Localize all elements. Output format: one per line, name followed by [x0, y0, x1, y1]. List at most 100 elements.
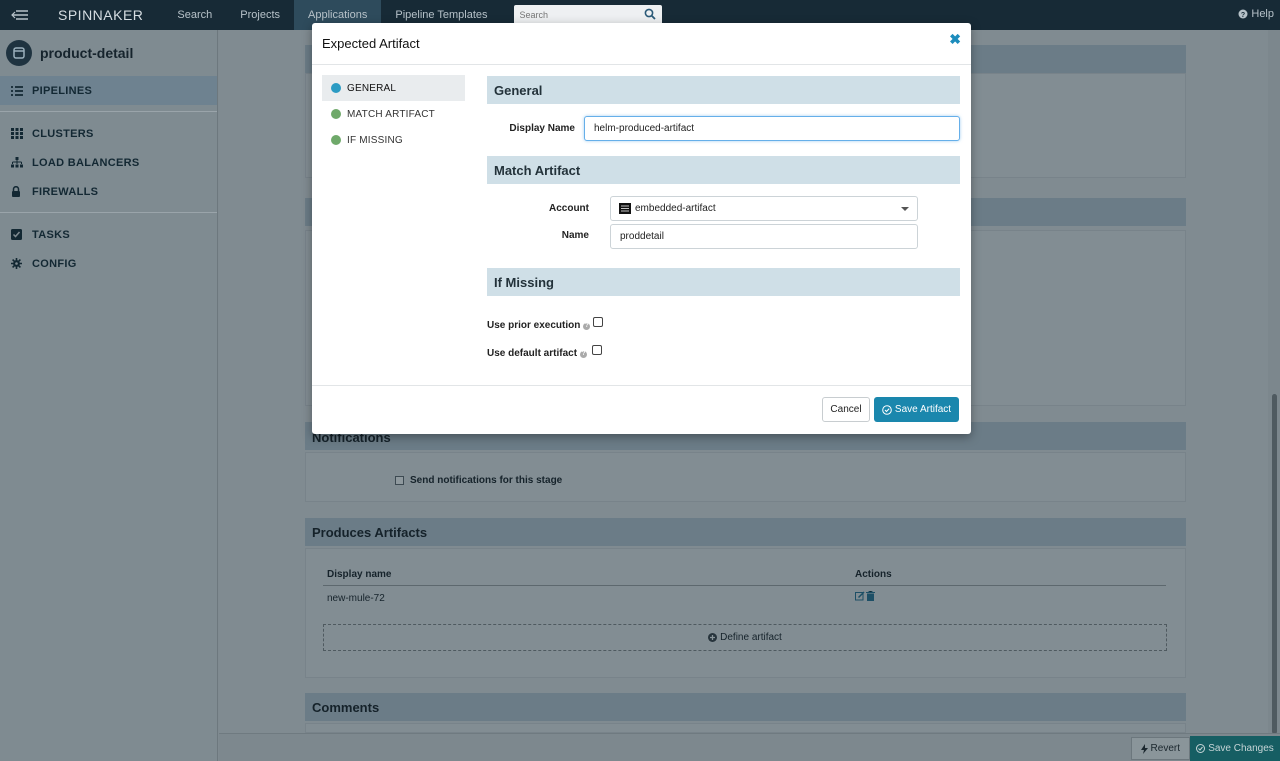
edit-icon[interactable] — [855, 591, 865, 601]
nav-search-link[interactable]: Search — [163, 0, 226, 30]
scrollbar[interactable] — [1268, 30, 1280, 761]
help-label: Help — [1251, 8, 1274, 20]
send-notifications-label: Send notifications for this stage — [410, 475, 563, 486]
nav-match-artifact[interactable]: MATCH ARTIFACT — [322, 101, 465, 127]
comments-panel — [305, 723, 1186, 733]
define-artifact-button[interactable]: Define artifact — [323, 624, 1167, 651]
nav-label: MATCH ARTIFACT — [347, 108, 435, 120]
sidebar-item-pipelines[interactable]: PIPELINES — [0, 76, 217, 105]
match-artifact-section-title: Match Artifact — [494, 162, 581, 178]
lock-icon — [11, 186, 25, 197]
divider — [0, 111, 217, 112]
sitemap-icon — [11, 157, 25, 168]
column-header-actions: Actions — [855, 569, 892, 580]
send-notifications-checkbox[interactable] — [395, 476, 404, 485]
sidebar-item-label: CLUSTERS — [32, 127, 94, 140]
use-default-artifact-checkbox[interactable] — [592, 345, 602, 355]
use-prior-execution-label: Use prior execution? — [487, 320, 591, 331]
menu-icon[interactable] — [0, 0, 40, 30]
nav-label: IF MISSING — [347, 134, 403, 146]
gear-icon — [11, 258, 25, 269]
display-name-input[interactable] — [584, 116, 960, 141]
produces-artifacts-title: Produces Artifacts — [312, 525, 428, 540]
nav-label: GENERAL — [347, 82, 397, 94]
help-icon[interactable]: ? — [580, 351, 588, 358]
status-dot-icon — [331, 109, 341, 119]
account-label: Account — [549, 203, 589, 214]
sidebar-item-label: CONFIG — [32, 257, 77, 270]
use-default-artifact-text: Use default artifact — [487, 348, 578, 359]
expected-artifact-modal: Expected Artifact ✖ GENERAL MATCH ARTIFA… — [312, 23, 971, 434]
define-artifact-label: Define artifact — [720, 632, 782, 643]
save-artifact-button[interactable]: Save Artifact — [874, 397, 959, 422]
nav-general[interactable]: GENERAL — [322, 75, 465, 101]
modal-section-nav: GENERAL MATCH ARTIFACT IF MISSING — [322, 75, 465, 153]
sidebar-item-label: PIPELINES — [32, 84, 93, 97]
use-prior-execution-checkbox[interactable] — [593, 317, 603, 327]
match-artifact-section-header: Match Artifact — [487, 156, 960, 184]
checkbox-icon — [11, 229, 25, 240]
list-icon — [11, 85, 25, 96]
general-section-title: General — [494, 82, 543, 98]
sidebar: product-detail PIPELINES CLUSTERS LOAD B… — [0, 30, 218, 761]
comments-title: Comments — [312, 700, 380, 715]
save-artifact-label: Save Artifact — [894, 404, 952, 415]
use-default-artifact-label: Use default artifact? — [487, 348, 588, 359]
use-prior-execution-text: Use prior execution — [487, 320, 581, 331]
check-circle-icon — [1196, 744, 1206, 753]
save-changes-label: Save Changes — [1208, 743, 1274, 754]
bolt-icon — [1140, 743, 1148, 754]
global-search[interactable] — [513, 5, 662, 25]
artifact-name-input[interactable] — [610, 224, 918, 249]
svg-text:?: ? — [1241, 12, 1245, 19]
app-header: product-detail — [0, 30, 217, 76]
name-label: Name — [561, 230, 589, 241]
status-dot-icon — [331, 135, 341, 145]
sidebar-item-load-balancers[interactable]: LOAD BALANCERS — [0, 148, 217, 177]
sidebar-item-config[interactable]: CONFIG — [0, 249, 217, 278]
sidebar-item-label: TASKS — [32, 228, 70, 241]
scrollbar-thumb[interactable] — [1272, 394, 1277, 734]
artifact-type-icon — [619, 203, 631, 214]
divider — [0, 212, 217, 213]
display-name-label: Display Name — [509, 123, 575, 134]
help-icon[interactable]: ? — [583, 323, 591, 330]
application-icon — [6, 40, 32, 66]
revert-button[interactable]: Revert — [1130, 737, 1190, 760]
bottom-action-bar: Revert Save Changes — [219, 733, 1280, 761]
modal-footer-divider — [312, 385, 971, 386]
check-circle-icon — [882, 404, 892, 415]
app-name: product-detail — [40, 45, 134, 61]
help-link[interactable]: ? Help — [1238, 8, 1274, 20]
trash-icon[interactable] — [866, 591, 875, 601]
sidebar-item-label: FIREWALLS — [32, 185, 99, 198]
help-icon: ? — [1238, 9, 1248, 19]
grid-icon — [11, 128, 25, 139]
account-selected-value: embedded-artifact — [635, 203, 716, 214]
modal-header: Expected Artifact ✖ — [312, 23, 971, 65]
sidebar-item-tasks[interactable]: TASKS — [0, 220, 217, 249]
revert-label: Revert — [1150, 743, 1180, 754]
produces-artifacts-panel — [305, 548, 1186, 678]
account-select[interactable]: embedded-artifact — [610, 196, 918, 221]
chevron-down-icon — [901, 207, 909, 211]
sidebar-item-firewalls[interactable]: FIREWALLS — [0, 177, 217, 206]
if-missing-section-header: If Missing — [487, 268, 960, 296]
search-icon[interactable] — [644, 8, 656, 20]
status-dot-icon — [331, 83, 341, 93]
produces-artifacts-header — [305, 518, 1186, 546]
general-section-header: General — [487, 76, 960, 104]
save-changes-button[interactable]: Save Changes — [1190, 736, 1280, 761]
nav-if-missing[interactable]: IF MISSING — [322, 127, 465, 153]
if-missing-section-title: If Missing — [494, 274, 554, 290]
cancel-button[interactable]: Cancel — [822, 397, 870, 422]
artifact-row-name: new-mule-72 — [327, 593, 385, 604]
sidebar-item-clusters[interactable]: CLUSTERS — [0, 119, 217, 148]
brand-logo[interactable]: SPINNAKER — [40, 7, 163, 23]
sidebar-item-label: LOAD BALANCERS — [32, 156, 140, 169]
nav-projects-link[interactable]: Projects — [226, 0, 294, 30]
close-icon[interactable]: ✖ — [949, 31, 961, 48]
comments-header — [305, 693, 1186, 721]
modal-title: Expected Artifact — [322, 36, 420, 51]
global-search-input[interactable] — [513, 5, 634, 25]
